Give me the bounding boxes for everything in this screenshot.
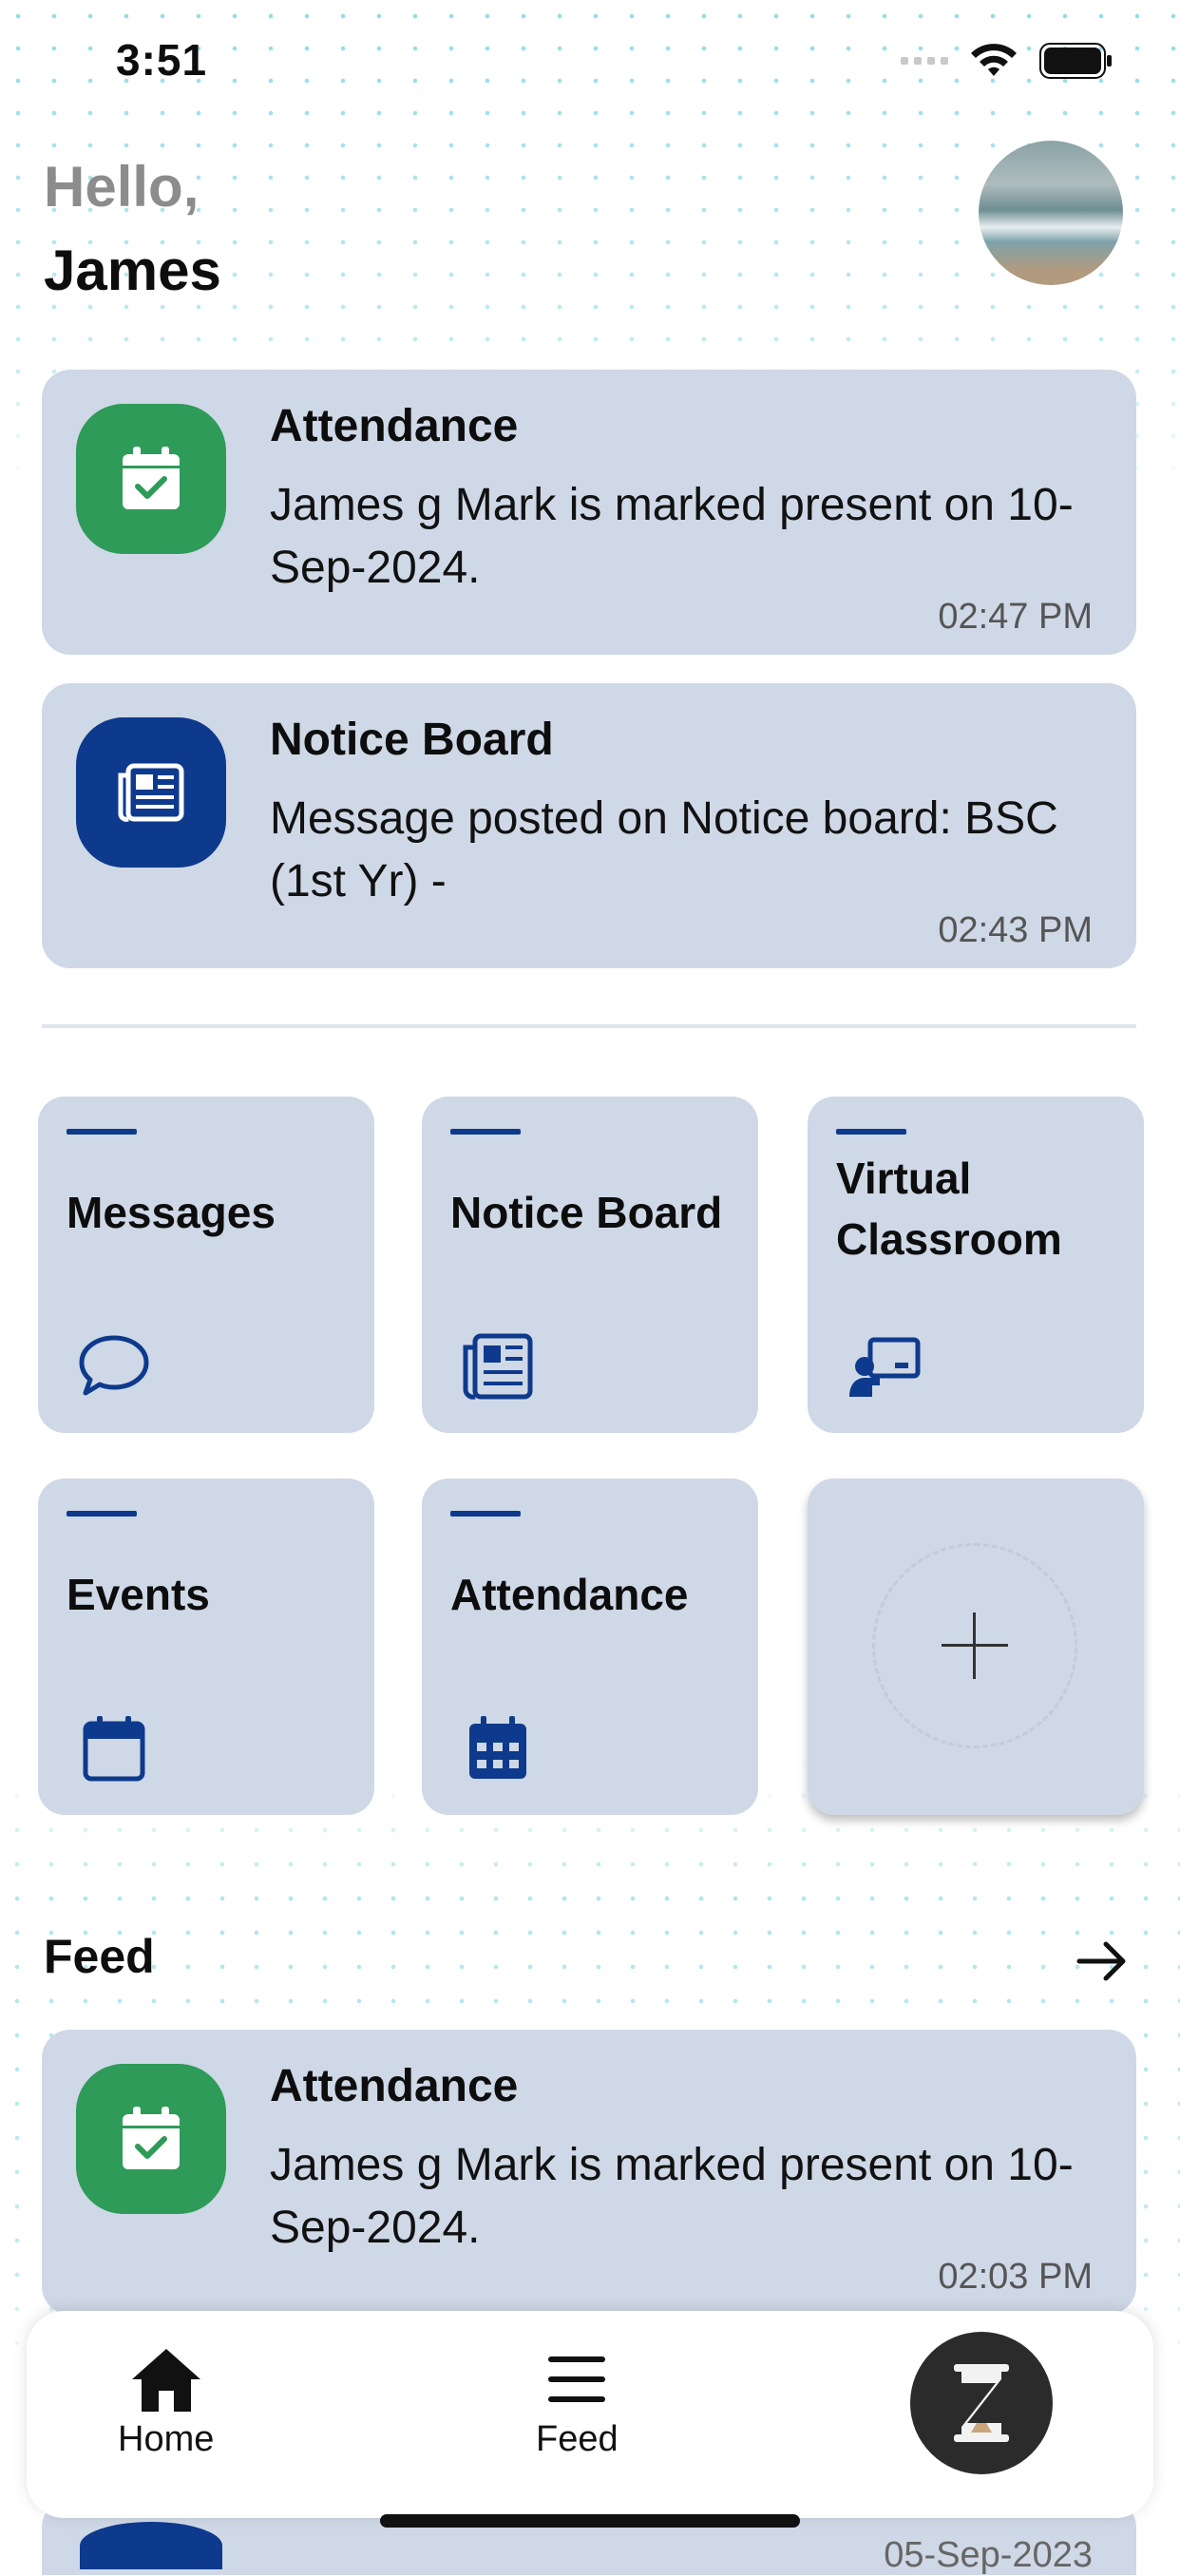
calendar-check-icon — [76, 404, 226, 554]
greeting-hello: Hello, — [44, 155, 200, 219]
bottom-navigation: Home Feed — [27, 2311, 1153, 2518]
tile-accent-bar — [450, 1511, 521, 1517]
notification-card-notice-board[interactable]: Notice Board Message posted on Notice bo… — [42, 683, 1136, 968]
tile-accent-bar — [67, 1129, 137, 1135]
notification-message: James g Mark is marked present on 10-Sep… — [270, 480, 1074, 593]
teacher-board-icon — [849, 1337, 921, 1397]
hourglass-icon — [954, 2364, 1009, 2442]
nav-feed[interactable]: Feed — [536, 2345, 619, 2460]
tile-events[interactable]: Events — [38, 1479, 374, 1815]
menu-icon — [548, 2357, 606, 2402]
tile-notice-board[interactable]: Notice Board — [422, 1097, 758, 1433]
nav-feed-label: Feed — [536, 2419, 619, 2459]
tile-label: Virtual Classroom — [836, 1154, 1062, 1264]
tile-accent-bar — [836, 1129, 906, 1135]
nav-home[interactable]: Home — [118, 2345, 214, 2460]
plus-icon[interactable] — [872, 1543, 1077, 1748]
status-icons — [901, 42, 1113, 80]
notification-title: Notice Board — [270, 715, 554, 765]
greeting-name: James — [44, 239, 221, 302]
chat-bubble-icon — [79, 1335, 149, 1396]
notification-title: Attendance — [270, 401, 519, 451]
tile-attendance[interactable]: Attendance — [422, 1479, 758, 1815]
tile-label: Notice Board — [450, 1188, 723, 1237]
feed-item-title: Attendance — [270, 2061, 519, 2111]
section-divider — [42, 1024, 1136, 1028]
tile-virtual-classroom[interactable]: Virtual Classroom — [808, 1097, 1144, 1433]
calendar-grid-icon — [469, 1716, 526, 1779]
home-icon — [131, 2349, 200, 2412]
feed-item-message: James g Mark is marked present on 10-Sep… — [270, 2140, 1074, 2253]
feed-item-attendance[interactable]: Attendance James g Mark is marked presen… — [42, 2030, 1136, 2315]
tile-accent-bar — [450, 1129, 521, 1135]
feed-item-time: 02:03 PM — [938, 2257, 1093, 2297]
signal-icon — [901, 57, 948, 65]
arrow-right-icon[interactable] — [1074, 1933, 1131, 1990]
feed-title: Feed — [44, 1930, 155, 1983]
notification-message: Message posted on Notice board: BSC (1st… — [270, 793, 1058, 906]
tile-messages[interactable]: Messages — [38, 1097, 374, 1433]
calendar-icon — [83, 1716, 145, 1782]
tile-add[interactable] — [808, 1479, 1144, 1815]
notification-time: 02:43 PM — [938, 910, 1093, 950]
nav-home-label: Home — [118, 2419, 215, 2459]
avatar[interactable] — [979, 141, 1123, 285]
tile-label: Events — [67, 1570, 210, 1619]
tile-accent-bar — [67, 1511, 137, 1517]
notification-time: 02:47 PM — [938, 597, 1093, 637]
hourglass-button[interactable] — [910, 2332, 1053, 2474]
wifi-icon — [971, 44, 1017, 76]
calendar-check-icon — [76, 2064, 226, 2214]
status-time: 3:51 — [116, 35, 208, 85]
notification-card-attendance[interactable]: Attendance James g Mark is marked presen… — [42, 370, 1136, 655]
home-indicator — [380, 2514, 800, 2528]
feed-item-partial-time: 05-Sep-2023 — [884, 2535, 1093, 2575]
newspaper-icon — [463, 1333, 533, 1400]
tile-label: Attendance — [450, 1570, 689, 1619]
newspaper-icon — [76, 717, 226, 868]
tile-label: Messages — [67, 1188, 276, 1237]
battery-icon — [1039, 43, 1112, 79]
